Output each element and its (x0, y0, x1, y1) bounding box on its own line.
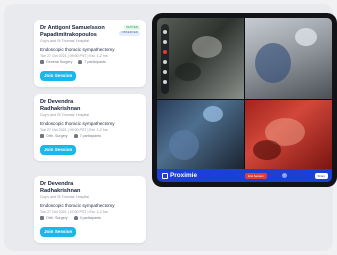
hospital-name: Guy's and St Thomas' Hospital (40, 113, 90, 118)
microphone-icon[interactable] (282, 173, 287, 178)
surgeon-name: Dr Devendra Radhakrishnan (40, 99, 81, 112)
session-card: Dr Devendra Radhakrishnan Guy's and St T… (34, 176, 146, 244)
session-meta: Orth. Surgery 7 participants (40, 134, 140, 139)
status-badges: INVITED OBSERVER (119, 25, 140, 37)
participants-icon (78, 60, 83, 65)
procedure-name: Endoscopic thoracic sympathectomy (40, 120, 115, 126)
brand-logo: Proximie (162, 172, 197, 179)
specialty-label: Orth. Surgery (46, 134, 68, 139)
share-button[interactable]: Share (314, 172, 328, 179)
draw-tool-icon[interactable] (163, 40, 167, 44)
video-session-screen: Proximie End Session Share (157, 18, 332, 182)
hospital-name: Guy's and St Thomas' Hospital (40, 195, 90, 200)
tablet-device: Proximie End Session Share (152, 13, 337, 187)
brand-name: Proximie (170, 172, 197, 179)
join-session-button[interactable]: Join Session (40, 71, 77, 81)
specialty-icon (40, 134, 44, 139)
specialty-label: General Surgery (46, 60, 73, 65)
participants-icon (73, 134, 78, 139)
shape-tool-icon[interactable] (163, 60, 167, 64)
record-icon[interactable] (163, 50, 167, 54)
specialty-icon (40, 216, 44, 221)
session-time: Tue 27 Oct 2021 | 09:00 PST | Est. 1-2 h… (40, 54, 108, 58)
session-time: Tue 27 Oct 2021 | 10:00 PST | Est. 1-2 h… (40, 210, 108, 214)
video-feed-operating-room[interactable] (245, 18, 332, 99)
session-card: Dr Antigoni Samuelsson Papadimitrakopoul… (34, 20, 146, 88)
invited-badge: INVITED (124, 24, 140, 30)
session-bottom-bar: Proximie End Session Share (157, 169, 332, 182)
end-session-button[interactable]: End Session (245, 172, 267, 179)
hospital-name: Guy's and St Thomas' Hospital (40, 39, 90, 44)
procedure-name: Endoscopic thoracic sympathectomy (40, 202, 115, 208)
settings-icon[interactable] (163, 80, 167, 84)
pointer-tool-icon[interactable] (163, 30, 167, 34)
video-feed-surgical-site[interactable] (245, 100, 332, 169)
surgeon-name: Dr Devendra Radhakrishnan (40, 181, 81, 194)
role-badge: OBSERVER (119, 30, 140, 36)
video-feed-endoscope[interactable] (157, 18, 244, 99)
procedure-name: Endoscopic thoracic sympathectomy (40, 46, 115, 52)
proximie-logo-icon (162, 172, 168, 179)
session-time: Tue 27 Oct 2021 | 09:00 PST | Est. 1-2 h… (40, 128, 108, 132)
video-feed-theatre[interactable] (157, 100, 244, 169)
session-meta: Orth. Surgery 9 participants (40, 216, 140, 221)
surgeon-name: Dr Antigoni Samuelsson Papadimitrakopoul… (40, 25, 105, 38)
undo-icon[interactable] (163, 70, 167, 74)
participants-count: 9 participants (79, 216, 101, 221)
session-card: Dr Devendra Radhakrishnan Guy's and St T… (34, 94, 146, 162)
participants-icon (73, 216, 78, 221)
join-session-button[interactable]: Join Session (40, 227, 77, 237)
join-session-button[interactable]: Join Session (40, 145, 77, 155)
participants-count: 7 participants (79, 134, 101, 139)
specialty-label: Orth. Surgery (46, 216, 68, 221)
annotation-toolbar (161, 24, 169, 94)
session-meta: General Surgery 7 participants (40, 60, 140, 65)
participants-count: 7 participants (84, 60, 106, 65)
specialty-icon (40, 60, 44, 65)
